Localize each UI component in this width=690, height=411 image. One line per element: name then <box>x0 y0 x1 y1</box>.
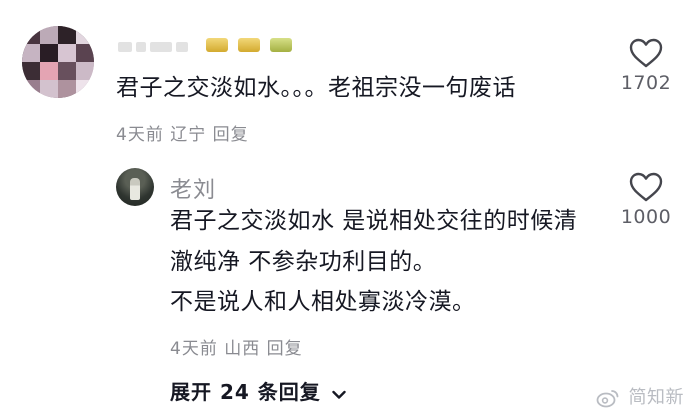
watermark: 简知新 <box>596 383 684 409</box>
badge-icon <box>206 38 228 52</box>
chevron-down-icon <box>332 390 346 399</box>
reply-like-button[interactable]: 1000 <box>611 172 681 228</box>
comment-text: 君子之交淡如水。。。老祖宗没一句废话 <box>116 75 516 101</box>
reply-text-line-3: 不是说人和人相处寡淡冷漠。 <box>170 289 476 315</box>
heart-outline-icon[interactable] <box>629 172 663 202</box>
reply-meta[interactable]: 4天前 山西 回复 <box>170 334 303 359</box>
comment-meta[interactable]: 4天前 辽宁 回复 <box>116 120 249 145</box>
commenter-name-masked[interactable] <box>118 36 200 52</box>
expand-replies-label: 展开 24 条回复 <box>170 380 321 404</box>
reply-like-count: 1000 <box>620 206 672 228</box>
watermark-text: 简知新 <box>628 387 684 408</box>
badge-icon <box>270 38 292 52</box>
heart-outline-icon[interactable] <box>629 38 663 68</box>
commenter-avatar[interactable] <box>22 26 94 98</box>
reply-author-name[interactable]: 老刘 <box>170 172 216 204</box>
comment-like-count: 1702 <box>620 72 672 94</box>
badge-icon <box>238 38 260 52</box>
comment-like-button[interactable]: 1702 <box>611 38 681 94</box>
commenter-badges <box>206 37 302 56</box>
expand-replies-button[interactable]: 展开 24 条回复 <box>170 376 346 405</box>
reply-text-line-1: 君子之交淡如水 是说相处交往的时候清 <box>170 208 578 234</box>
weibo-icon <box>596 390 619 408</box>
reply-avatar[interactable] <box>116 168 154 206</box>
reply-text-line-2: 澈纯净 不参杂功利目的。 <box>170 249 437 275</box>
